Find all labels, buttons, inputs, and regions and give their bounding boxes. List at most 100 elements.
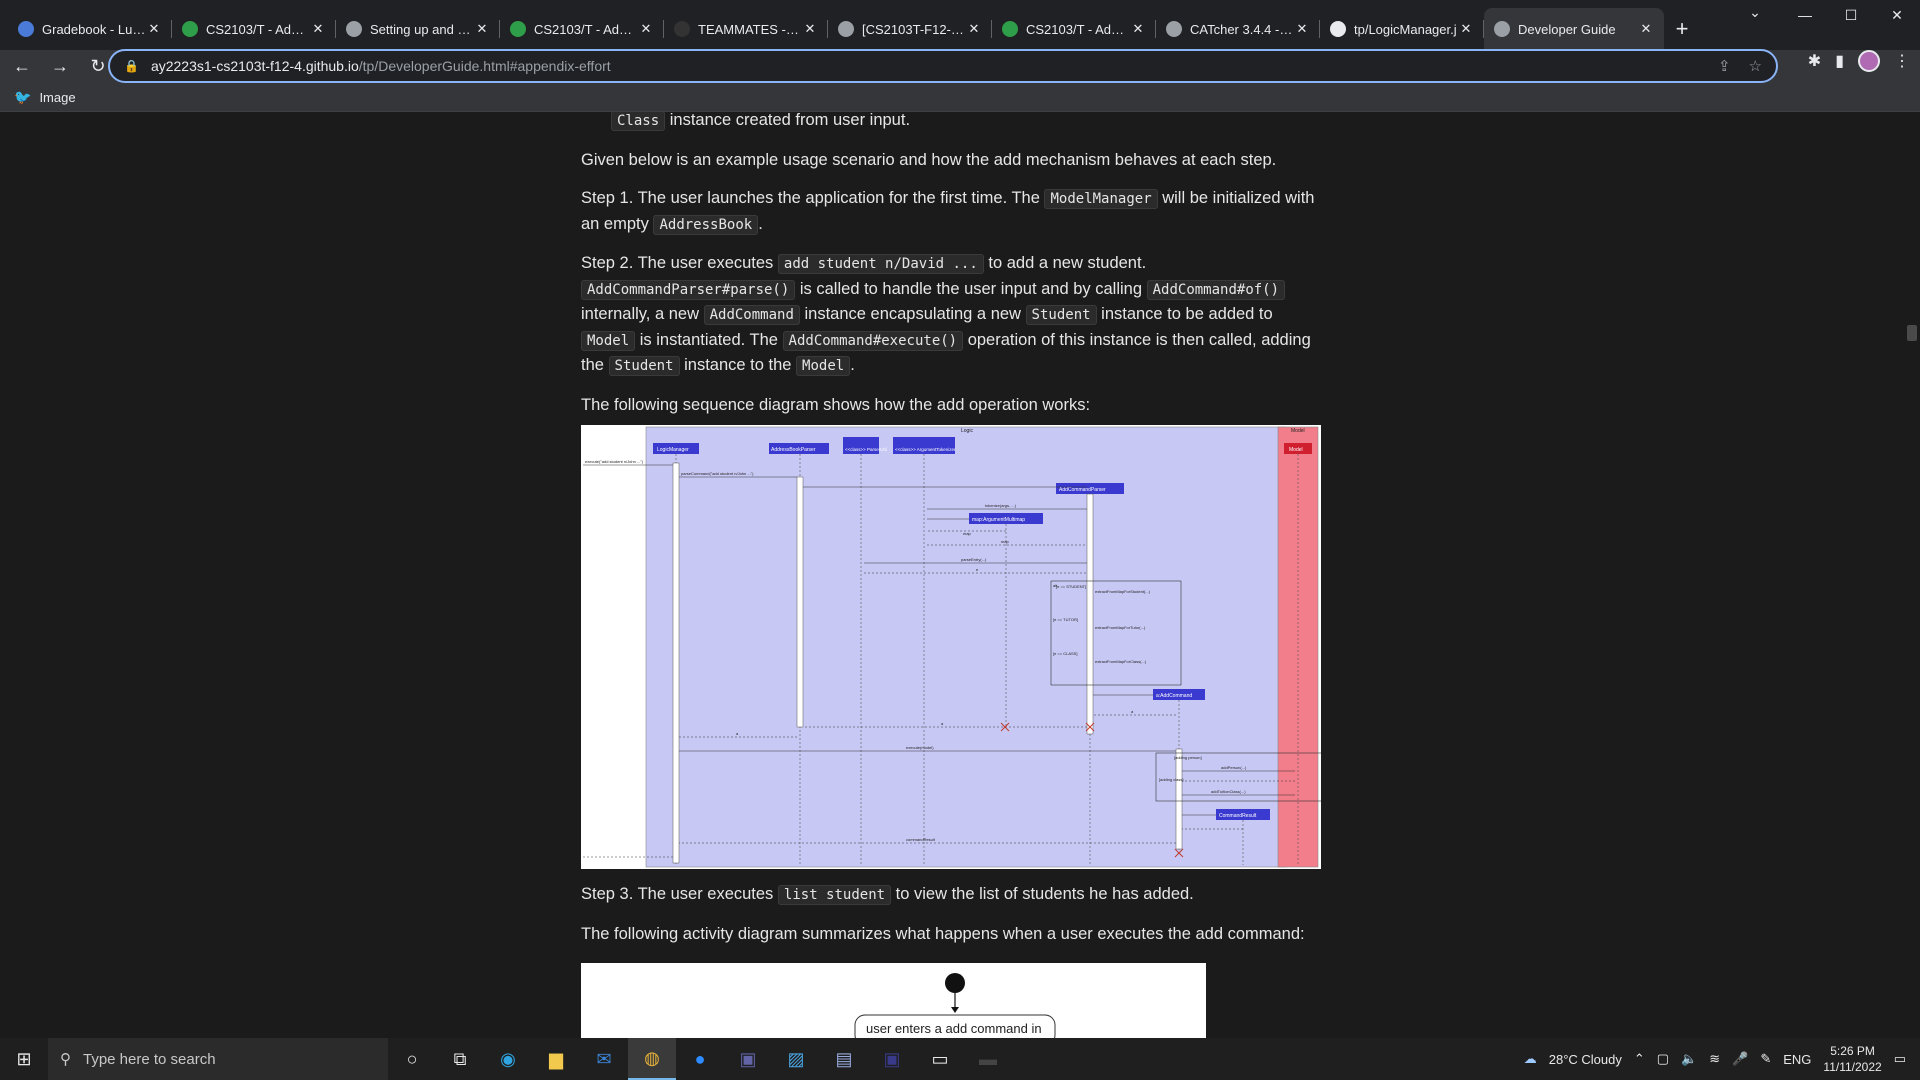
address-host: ay2223s1-cs2103t-f12-4.github.io — [150, 58, 359, 74]
task-view-icon[interactable]: ⧉ — [436, 1038, 484, 1080]
twitter-icon: 🐦 — [14, 89, 32, 105]
tab-title: Setting up and get — [370, 21, 474, 37]
tab-close-icon[interactable]: ✕ — [1294, 21, 1310, 37]
tab-10[interactable]: Developer Guide ✕ — [1484, 8, 1664, 50]
clock[interactable]: 5:26 PM 11/11/2022 — [1823, 1043, 1881, 1075]
avatar[interactable] — [1858, 50, 1880, 72]
message-label: [e == TUTOR] — [1053, 617, 1078, 622]
tab-3[interactable]: Setting up and get ✕ — [336, 8, 500, 50]
tab-favicon-icon — [182, 21, 198, 37]
message-label: map — [1001, 539, 1010, 544]
address-bar[interactable]: 🔒 ay2223s1-cs2103t-f12-4.github.io/tp/De… — [108, 49, 1778, 83]
share-icon[interactable]: ⇪ — [1718, 57, 1731, 75]
tab-close-icon[interactable]: ✕ — [802, 21, 818, 37]
tab-favicon-icon — [838, 21, 854, 37]
scrollbar[interactable] — [1904, 112, 1920, 1038]
taskbar-search-placeholder: Type here to search — [83, 1050, 216, 1068]
side-panel-icon[interactable]: ▮ — [1835, 51, 1844, 71]
teams-icon[interactable]: ▣ — [724, 1038, 772, 1080]
mail-icon[interactable]: ✉ — [580, 1038, 628, 1080]
participant-label: map:ArgumentMultimap — [972, 517, 1025, 523]
photos-icon[interactable]: ▨ — [772, 1038, 820, 1080]
activity-diagram: user enters a add command in — [581, 963, 1206, 1038]
zoom-icon[interactable]: ● — [676, 1038, 724, 1080]
chrome-icon[interactable]: ◍ — [628, 1038, 676, 1080]
participant-label: AddressBookParser — [771, 447, 816, 453]
tab-2[interactable]: CS2103/T - Admin ✕ — [172, 8, 336, 50]
tray-chevron-icon[interactable]: ⌃ — [1634, 1051, 1645, 1067]
volume-icon[interactable]: 🔈 — [1681, 1051, 1697, 1067]
tab-favicon-icon — [1494, 21, 1510, 37]
message-label: [adding class] — [1159, 777, 1183, 782]
terminal-icon[interactable]: ▭ — [916, 1038, 964, 1080]
notepad-icon[interactable]: ▤ — [820, 1038, 868, 1080]
pen-icon[interactable]: ✎ — [1760, 1051, 1771, 1067]
tab-5[interactable]: TEAMMATES - Onl ✕ — [664, 8, 828, 50]
tab-7[interactable]: CS2103/T - Admin ✕ — [992, 8, 1156, 50]
weather-icon[interactable]: ☁ — [1524, 1051, 1537, 1067]
taskbar-search[interactable]: ⚲ Type here to search — [48, 1038, 388, 1080]
paragraph-step3: Step 3. The user executes list student t… — [581, 885, 1194, 905]
tab-close-icon[interactable]: ✕ — [1638, 21, 1654, 37]
tab-favicon-icon — [1166, 21, 1182, 37]
tab-search-icon[interactable]: ⌄ — [1740, 4, 1770, 21]
close-window-icon[interactable]: ✕ — [1874, 0, 1920, 30]
app-icon[interactable]: ▣ — [868, 1038, 916, 1080]
tab-favicon-icon — [1002, 21, 1018, 37]
browser-toolbar: ← → ↻ 🔒 ay2223s1-cs2103t-f12-4.github.io… — [0, 46, 1920, 86]
tab-9[interactable]: tp/LogicManager.j ✕ — [1320, 8, 1484, 50]
message-label: commandResult — [906, 837, 936, 842]
developer-guide-text-2: Step 3. The user executes list student t… — [581, 882, 1321, 960]
back-icon[interactable]: ← — [6, 50, 38, 82]
participant-label: Model — [1289, 447, 1303, 453]
window-controls: — ☐ ✕ — [1782, 0, 1920, 30]
message-label: [adding person] — [1174, 755, 1202, 760]
tab-favicon-icon — [674, 21, 690, 37]
weather-text[interactable]: 28°C Cloudy — [1549, 1052, 1622, 1067]
bookmarks-bar: 🐦 Image — [0, 84, 1920, 112]
bookmark-image[interactable]: Image — [39, 90, 75, 105]
tab-title: tp/LogicManager.j — [1354, 21, 1457, 37]
notifications-icon[interactable]: ▭ — [1894, 1051, 1906, 1067]
tab-title: CS2103/T - Admin — [534, 21, 638, 37]
paragraph-step2: Step 2. The user executes add student n/… — [581, 254, 1311, 376]
message-label: [e == CLASS] — [1053, 651, 1077, 656]
tab-close-icon[interactable]: ✕ — [310, 21, 326, 37]
clock-date: 11/11/2022 — [1823, 1060, 1882, 1074]
tab-close-icon[interactable]: ✕ — [1130, 21, 1146, 37]
tab-close-icon[interactable]: ✕ — [146, 21, 162, 37]
tab-close-icon[interactable]: ✕ — [474, 21, 490, 37]
tab-4[interactable]: CS2103/T - Admin ✕ — [500, 8, 664, 50]
tab-close-icon[interactable]: ✕ — [966, 21, 982, 37]
tab-6[interactable]: [CS2103T-F12-4][n ✕ — [828, 8, 992, 50]
forward-icon[interactable]: → — [44, 50, 76, 82]
tab-close-icon[interactable]: ✕ — [1458, 21, 1474, 37]
minimize-icon[interactable]: — — [1782, 0, 1828, 30]
participant-label: LogicManager — [657, 447, 689, 453]
bookmark-star-icon[interactable]: ☆ — [1749, 57, 1762, 75]
mic-icon[interactable]: 🎤 — [1732, 1051, 1748, 1067]
extensions-icon[interactable]: ✱ — [1808, 51, 1821, 71]
sequence-diagram: Logic Model LogicManager AddressBookPars… — [581, 425, 1321, 869]
tab-title: Developer Guide — [1518, 21, 1616, 37]
maximize-icon[interactable]: ☐ — [1828, 0, 1874, 30]
file-explorer-icon[interactable]: ▆ — [532, 1038, 580, 1080]
tab-title: TEAMMATES - Onl — [698, 21, 802, 37]
tab-close-icon[interactable]: ✕ — [638, 21, 654, 37]
wifi-icon[interactable]: ≋ — [1709, 1051, 1720, 1067]
scrollbar-thumb[interactable] — [1907, 325, 1917, 341]
message-label: addTuitionClass(...) — [1211, 789, 1246, 794]
tab-1[interactable]: Gradebook - Lumi ✕ — [8, 8, 172, 50]
new-tab-button[interactable]: + — [1664, 8, 1700, 50]
clock-time: 5:26 PM — [1830, 1044, 1875, 1058]
language-indicator[interactable]: ENG — [1783, 1052, 1811, 1067]
participant-label: <<class>> ArgumentTokenizer — [895, 447, 956, 452]
menu-kebab-icon[interactable]: ⋮ — [1894, 51, 1910, 71]
misc-app-icon[interactable]: ▬ — [964, 1038, 1012, 1080]
windows-start-icon[interactable]: ⊞ — [0, 1038, 48, 1080]
tab-8[interactable]: CATcher 3.4.4 - nu ✕ — [1156, 8, 1320, 50]
cortana-icon[interactable]: ○ — [388, 1038, 436, 1080]
message-label: execute(model) — [906, 745, 934, 750]
meet-now-icon[interactable]: ▢ — [1657, 1051, 1669, 1067]
edge-icon[interactable]: ◉ — [484, 1038, 532, 1080]
